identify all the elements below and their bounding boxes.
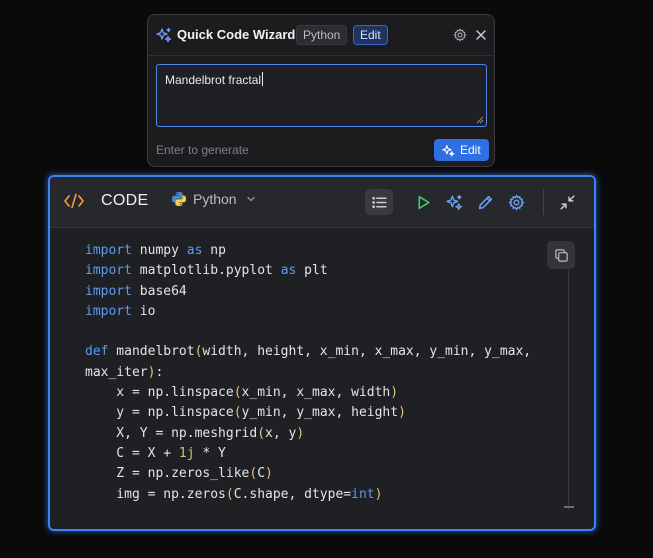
collapse-icon: [559, 194, 575, 210]
code-line: y = np.linspace(y_min, y_max, height): [85, 403, 531, 423]
toolbar-divider: [543, 189, 544, 215]
settings-button[interactable]: [502, 189, 530, 215]
code-token: def: [85, 344, 109, 360]
code-token: :: [155, 364, 164, 380]
code-token: plt: [296, 263, 328, 279]
code-token: import: [85, 283, 132, 299]
code-token: ): [374, 486, 383, 502]
chevron-down-icon: [246, 196, 255, 202]
code-token: int: [351, 486, 375, 502]
code-line: X, Y = np.meshgrid(x, y): [85, 424, 531, 444]
code-token: max_iter: [85, 364, 148, 380]
wizard-title: Quick Code Wizard: [177, 27, 296, 42]
edit-generate-label: Edit: [460, 143, 481, 157]
edit-button[interactable]: [471, 189, 499, 215]
code-token: numpy: [131, 243, 187, 258]
mode-chip-edit[interactable]: Edit: [353, 25, 388, 45]
scrollbar-thumb[interactable]: [564, 506, 574, 508]
sparkle-icon: [156, 27, 172, 43]
code-token: x = np.linspace: [85, 385, 234, 401]
code-toolbar: CODE Python: [50, 177, 594, 228]
code-block-title: CODE: [101, 192, 149, 209]
edit-generate-button[interactable]: Edit: [434, 139, 489, 161]
code-token: y_min, y_max, height: [241, 405, 399, 421]
code-token: X, Y = np.meshgrid: [85, 425, 258, 441]
ai-assist-button[interactable]: [440, 189, 468, 215]
code-line: max_iter):: [85, 363, 531, 383]
code-line: C = X + 1j * Y: [85, 444, 531, 464]
close-icon[interactable]: [474, 28, 488, 42]
code-token: x_min, x_max, width: [241, 385, 391, 401]
code-token: import: [85, 243, 132, 258]
code-token: (: [225, 486, 234, 502]
run-button[interactable]: [409, 189, 437, 215]
code-token: C.shape, dtype=: [233, 486, 352, 502]
code-token: * Y: [194, 445, 226, 461]
prompt-input-value: Mandelbrot fractal: [165, 73, 262, 87]
code-line: import matplotlib.pyplot as plt: [85, 261, 531, 281]
code-icon: [64, 193, 84, 209]
code-token: (: [257, 425, 266, 441]
sparkle-icon: [445, 194, 462, 210]
code-token: ): [390, 385, 399, 401]
text-caret: [262, 72, 264, 86]
list-icon: [371, 196, 387, 208]
code-line: def mandelbrot(width, height, x_min, x_m…: [85, 342, 531, 362]
code-editor[interactable]: import numpy as np import matplotlib.pypl…: [50, 228, 594, 529]
copy-button[interactable]: [547, 241, 575, 269]
code-line: Z = np.zeros_like(C): [85, 464, 531, 484]
code-token: base64: [131, 283, 187, 299]
code-token: matplotlib.pyplot: [131, 263, 281, 279]
code-token: C = X +: [85, 445, 179, 461]
collapse-button[interactable]: [553, 189, 581, 215]
wizard-header: Quick Code Wizard Python Edit: [148, 15, 494, 56]
code-token: (: [233, 385, 242, 401]
quick-code-wizard: Quick Code Wizard Python Edit Mandelbrot…: [147, 14, 495, 167]
generate-hint: Enter to generate: [156, 143, 249, 157]
copy-icon: [554, 248, 568, 262]
code-token: (: [233, 405, 242, 421]
language-chip[interactable]: Python: [296, 25, 348, 45]
code-token: as: [280, 263, 297, 279]
code-token: ): [398, 405, 406, 421]
gear-icon: [507, 193, 525, 211]
code-token: Z = np.zeros_like: [85, 466, 250, 482]
code-token: ): [296, 425, 305, 441]
language-label: Python: [193, 191, 237, 207]
code-token: y = np.linspace: [85, 405, 234, 421]
python-logo-icon: [172, 192, 186, 206]
code-token: io: [131, 303, 156, 319]
code-line: import base64: [85, 282, 531, 302]
code-line: import io: [85, 302, 531, 322]
prompt-input[interactable]: Mandelbrot fractal: [156, 64, 487, 127]
outline-button[interactable]: [365, 189, 393, 215]
gear-icon[interactable]: [453, 28, 467, 42]
run-icon: [417, 195, 430, 209]
code-token: mandelbrot: [108, 344, 195, 360]
code-token: C: [257, 466, 266, 482]
code-line: import numpy as np: [85, 241, 531, 261]
scrollbar-track[interactable]: [568, 270, 569, 510]
sparkle-icon: [442, 144, 455, 156]
code-token: as: [186, 243, 203, 258]
code-token: np: [202, 243, 226, 258]
resize-grip-icon[interactable]: [476, 116, 484, 124]
language-selector[interactable]: Python: [171, 191, 257, 207]
code-token: import: [85, 263, 132, 279]
pencil-icon: [478, 195, 492, 209]
code-token: 1j: [178, 445, 195, 461]
code-block: CODE Python import numpy as np import ma…: [48, 175, 596, 531]
code-line: x = np.linspace(x_min, x_max, width): [85, 383, 531, 403]
code-token: import: [85, 303, 132, 319]
code-token: x, y: [265, 425, 297, 441]
code-token: width, height, x_min, x_max, y_min, y_ma…: [202, 344, 532, 360]
code-content[interactable]: import numpy as np import matplotlib.pypl…: [85, 241, 531, 505]
code-line: img = np.zeros(C.shape, dtype=int): [85, 485, 531, 505]
code-token: ): [265, 466, 273, 482]
code-token: img = np.zeros: [85, 486, 226, 502]
